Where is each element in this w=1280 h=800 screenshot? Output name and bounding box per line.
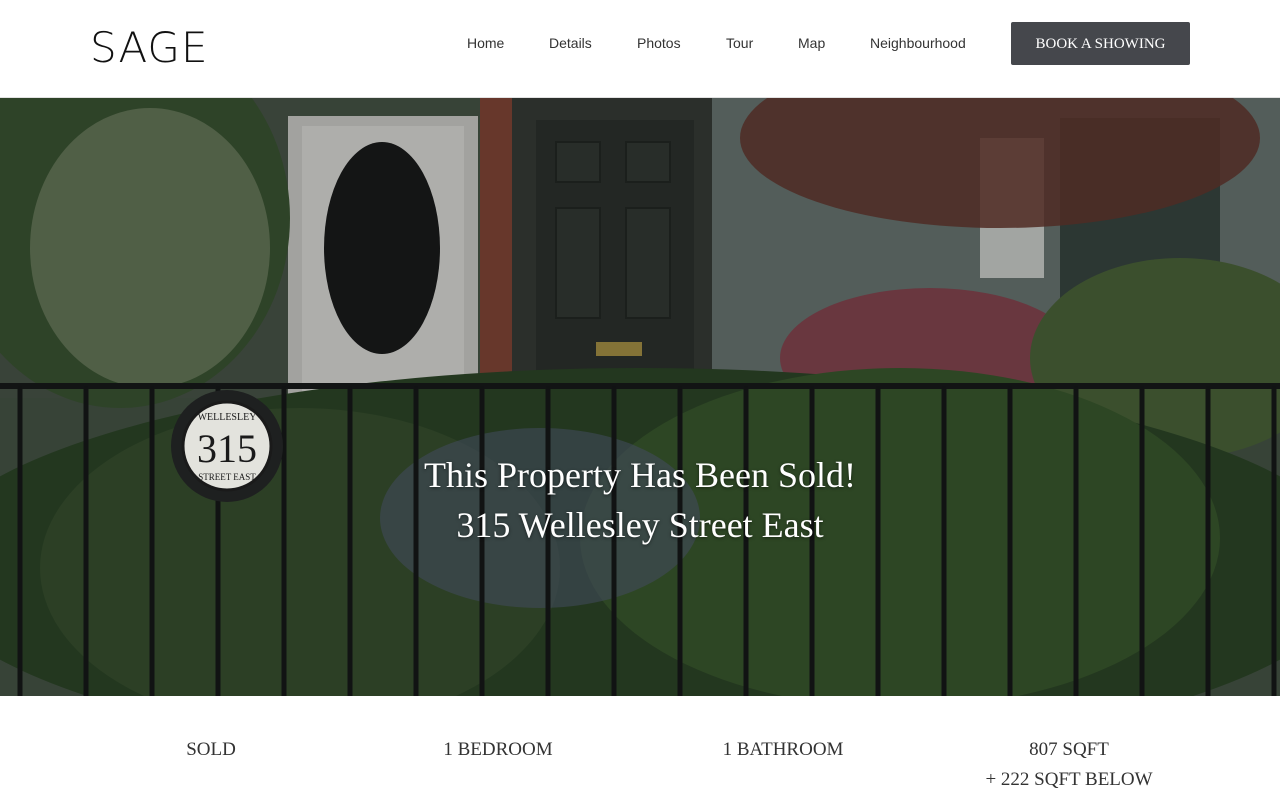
sold-headline: This Property Has Been Sold! — [424, 455, 856, 495]
site-header: SAGE Home Details Photos Tour Map Neighb… — [0, 0, 1280, 98]
stat-bathrooms: 1 BATHROOM — [663, 735, 903, 765]
book-showing-button[interactable]: BOOK A SHOWING — [1011, 22, 1190, 65]
stat-bedrooms-label: 1 BEDROOM — [443, 739, 553, 760]
nav-home[interactable]: Home — [467, 35, 504, 51]
stat-bedrooms: 1 BEDROOM — [378, 735, 618, 765]
hero-text: This Property Has Been Sold! 315 Wellesl… — [0, 450, 1280, 550]
stat-status: SOLD — [91, 735, 331, 765]
stat-status-label: SOLD — [186, 739, 236, 760]
stat-area: 807 SQFT + 222 SQFT BELOW — [949, 735, 1189, 795]
stat-bathrooms-label: 1 BATHROOM — [722, 739, 844, 760]
nav-map[interactable]: Map — [798, 35, 825, 51]
hero-photo: 315 WELLESLEY STREET EAST — [0, 98, 1280, 696]
property-stats: SOLD 1 BEDROOM 1 BATHROOM 807 SQFT + 222… — [0, 697, 1280, 800]
stat-area-extra: + 222 SQFT BELOW — [985, 769, 1153, 790]
plaque-top-text: WELLESLEY — [198, 412, 257, 423]
stat-area-label: 807 SQFT — [1029, 739, 1109, 760]
nav-neighbourhood[interactable]: Neighbourhood — [870, 35, 966, 51]
nav-tour[interactable]: Tour — [726, 35, 753, 51]
hero-address: 315 Wellesley Street East — [456, 505, 824, 545]
nav-photos[interactable]: Photos — [637, 35, 681, 51]
hero-banner: 315 WELLESLEY STREET EAST This Property … — [0, 98, 1280, 696]
nav-details[interactable]: Details — [549, 35, 592, 51]
